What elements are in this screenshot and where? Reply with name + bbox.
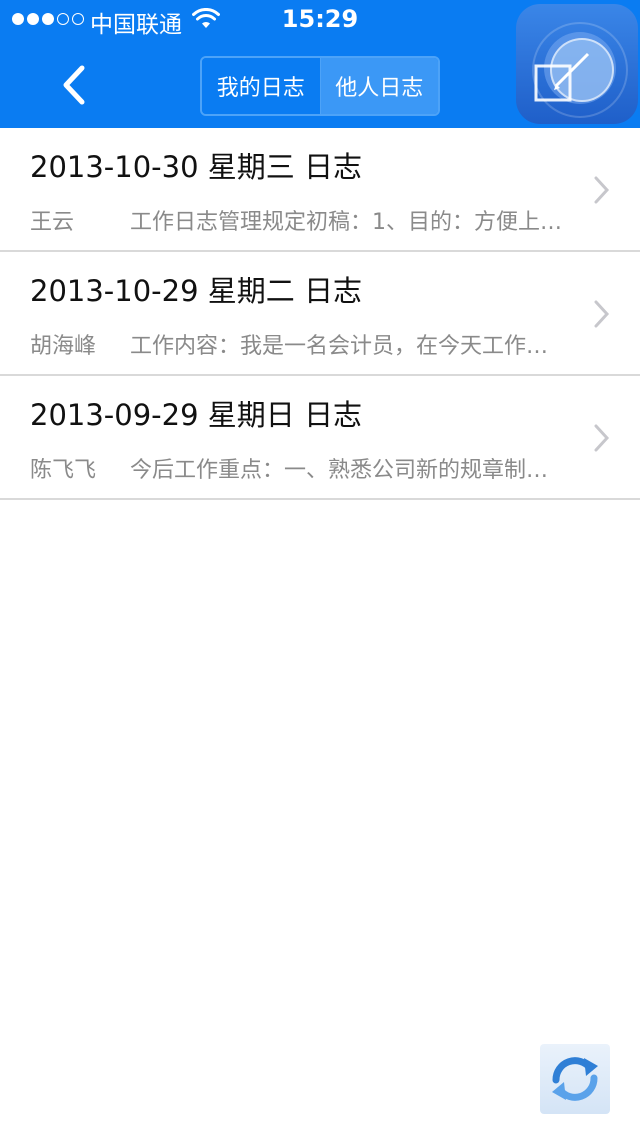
refresh-arrows-icon[interactable] [540,1044,610,1114]
log-snippet: 今后工作重点：一、熟悉公司新的规章制… [130,458,549,483]
chevron-right-icon [594,424,610,452]
log-author: 胡海峰 [30,334,97,359]
list-item[interactable]: 2013-10-30 星期三 日志 王云 工作日志管理规定初稿：1、目的：方便上… [0,128,640,252]
tab-my-logs[interactable]: 我的日志 [202,58,321,114]
log-snippet: 工作内容：我是一名会计员，在今天工作… [130,334,549,359]
log-title: 2013-10-30 星期三 日志 [30,150,362,184]
list-item[interactable]: 2013-10-29 星期二 日志 胡海峰 工作内容：我是一名会计员，在今天工作… [0,252,640,376]
tab-others-logs[interactable]: 他人日志 [320,58,438,114]
chevron-left-icon[interactable] [52,60,96,110]
log-title: 2013-09-29 星期日 日志 [30,398,362,432]
log-snippet: 工作日志管理规定初稿：1、目的：方便上… [130,210,562,235]
log-author: 陈飞飞 [30,458,97,483]
log-list: 2013-10-30 星期三 日志 王云 工作日志管理规定初稿：1、目的：方便上… [0,128,640,500]
chevron-right-icon [594,300,610,328]
log-segment-control: 我的日志 他人日志 [200,56,440,116]
log-author: 王云 [30,210,75,235]
compose-edit-icon[interactable] [516,4,638,124]
log-title: 2013-10-29 星期二 日志 [30,274,362,308]
chevron-right-icon [594,176,610,204]
list-item[interactable]: 2013-09-29 星期日 日志 陈飞飞 今后工作重点：一、熟悉公司新的规章制… [0,376,640,500]
navigation-bar: 中国联通 15:29 我的日志 他人日志 [0,0,640,128]
